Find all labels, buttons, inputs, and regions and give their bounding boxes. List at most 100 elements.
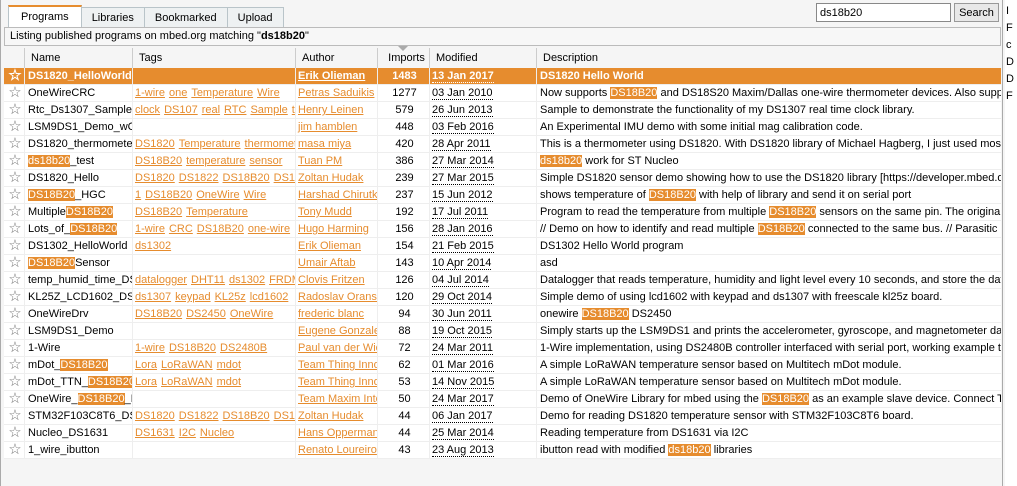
star-icon[interactable]: ☆ [8,425,21,441]
tab-upload[interactable]: Upload [226,7,284,28]
table-row[interactable]: ☆ Lots_of_DS18B20 1-wire CRC DS18B20 one-wire… [4,221,1001,238]
star-icon[interactable]: ☆ [8,306,21,322]
star-icon[interactable]: ☆ [8,170,21,186]
tag-link[interactable]: one-wire [248,223,290,235]
tag-link[interactable]: lcd1602 [250,291,289,303]
author-link[interactable]: Team Thing Innov [298,376,377,388]
search-button[interactable]: Search [954,3,999,22]
table-row[interactable]: ☆STM32F103C8T6_DS18DS1820DS1822DS18B20DS… [4,408,1001,425]
tag-link[interactable]: temperature [186,155,245,167]
table-row[interactable]: ☆ LSM9DS1_Demo Eugene Gonzalez 88 19 Oct 201… [4,323,1001,340]
tag-link[interactable]: DS107 [164,104,198,116]
author-link[interactable]: frederic blanc [298,308,364,320]
author-link[interactable]: Radoslav Oranski [298,291,377,303]
star-icon[interactable]: ☆ [8,204,21,220]
search-input[interactable] [816,3,951,22]
table-row[interactable]: ☆ DS1302_HelloWorld ds1302 Erik Olieman 154 2… [4,238,1001,255]
star-icon[interactable]: ☆ [8,85,21,101]
star-icon[interactable]: ☆ [8,442,21,458]
table-row[interactable]: ☆ temp_humid_time_DS1 datalogger DHT11 ds130… [4,272,1001,289]
table-row[interactable]: ☆ ds18b20_test DS18B20 temperature sensor Tua… [4,153,1001,170]
tag-link[interactable]: ds1302 [135,240,171,252]
table-row[interactable]: ☆ mDot_TTN_DS18B20 Lora LoRaWAN mdot Team Thi… [4,374,1001,391]
tag-link[interactable]: CRC [169,223,193,235]
header-imports[interactable]: Imports [377,46,429,68]
tag-link[interactable]: FRDM-K6 [269,274,295,286]
star-icon[interactable]: ☆ [8,272,21,288]
tag-link[interactable]: OneWire [196,189,239,201]
tag-link[interactable]: Temperature [179,138,241,150]
table-row[interactable]: ☆ OneWireCRC 1-wire one Temperature Wire Petra… [4,85,1001,102]
star-icon[interactable]: ☆ [8,391,21,407]
tag-link[interactable]: mdot [217,359,241,371]
tag-link[interactable]: DS18B20 [223,410,270,422]
header-name[interactable]: Name [24,48,132,68]
author-link[interactable]: Umair Aftab [298,257,355,269]
star-icon[interactable]: ☆ [8,221,21,237]
author-link[interactable]: Harshad Chirutkar [298,189,377,201]
author-link[interactable]: Team Thing Innov [298,359,377,371]
author-link[interactable]: Eugene Gonzalez [298,325,377,337]
table-row[interactable]: ☆ DS18B20Sensor Umair Aftab 143 10 Apr 2014 a… [4,255,1001,272]
tag-link[interactable]: Temperature [186,206,248,218]
tag-link[interactable]: DS1822 [179,410,219,422]
table-row[interactable]: ☆ 1_wire_ibutton Renato Loureiro 43 23 Aug 2… [4,442,1001,459]
star-icon[interactable]: ☆ [8,187,21,203]
tag-link[interactable]: DS18B20 [145,189,192,201]
tab-libraries[interactable]: Libraries [80,7,145,28]
author-link[interactable]: masa miya [298,138,351,150]
star-icon[interactable]: ☆ [8,357,21,373]
table-row[interactable]: ☆ Nucleo_DS1631 DS1631 I2C Nucleo Hans Opperm… [4,425,1001,442]
table-row[interactable]: ☆OneWire_DS18B20_DerTeam Maxim Inte5024 … [4,391,1001,408]
star-icon[interactable]: ☆ [8,255,21,271]
tag-link[interactable]: DS1820 [135,172,175,184]
table-row[interactable]: ☆ DS1820_Hello DS1820 DS1822 DS18B20 DS18S20Z… [4,170,1001,187]
star-icon[interactable]: ☆ [8,102,21,118]
tag-link[interactable]: DS18S20 [274,172,295,184]
tag-link[interactable]: DS2450 [186,308,226,320]
author-link[interactable]: Hans Oppermann [298,427,377,439]
header-description[interactable]: Description [536,48,1001,68]
table-row[interactable]: ☆ KL25Z_LCD1602_DS130ds1307 keypad KL25z lcd… [4,289,1001,306]
star-icon[interactable]: ☆ [8,119,21,135]
tag-link[interactable]: DS2480B [220,342,267,354]
author-link[interactable]: jim hamblen [298,121,357,133]
author-link[interactable]: Clovis Fritzen [298,274,365,286]
tag-link[interactable]: 1-wire [135,87,165,99]
author-link[interactable]: Henry Leinen [298,104,363,116]
tag-link[interactable]: Wire [257,87,280,99]
tag-link[interactable]: 1 [135,189,141,201]
tag-link[interactable]: Wire [244,189,267,201]
star-icon[interactable]: ☆ [8,408,21,424]
tab-programs[interactable]: Programs [8,5,82,28]
tag-link[interactable]: DS1822 [179,172,219,184]
tag-link[interactable]: 1-wire [135,223,165,235]
author-link[interactable]: Tuan PM [298,155,342,167]
tag-link[interactable]: thermometer [245,138,295,150]
tag-link[interactable]: real [202,104,220,116]
table-row[interactable]: ☆ Rtc_Ds1307_Sample clock DS107 real RTC Sampl… [4,102,1001,119]
tag-link[interactable]: OneWire [230,308,273,320]
tab-bookmarked[interactable]: Bookmarked [143,7,228,28]
author-link[interactable]: Zoltan Hudak [298,410,363,422]
tag-link[interactable]: clock [135,104,160,116]
tag-link[interactable]: one [169,87,187,99]
author-link[interactable]: Renato Loureiro [298,444,377,456]
star-icon[interactable]: ☆ [8,238,21,254]
tag-link[interactable]: Lora [135,359,157,371]
header-modified[interactable]: Modified [429,48,536,68]
tag-link[interactable]: RTC [224,104,246,116]
author-link[interactable]: Petras Saduikis [298,87,374,99]
tag-link[interactable]: datalogger [135,274,187,286]
author-link[interactable]: Zoltan Hudak [298,172,363,184]
table-row[interactable]: ☆ DS1820_HelloWorld Erik Olieman 1483 13 Jan… [4,68,1001,85]
tag-link[interactable]: Nucleo [200,427,234,439]
tag-link[interactable]: Lora [135,376,157,388]
star-icon[interactable]: ☆ [8,340,21,356]
table-row[interactable]: ☆ DS18B20_HGC 1 DS18B20 OneWire Wire Harshad C… [4,187,1001,204]
tag-link[interactable]: DS1820 [135,410,175,422]
author-link[interactable]: Erik Olieman [298,240,361,252]
tag-link[interactable]: I2C [179,427,196,439]
tag-link[interactable]: sensor [249,155,282,167]
tag-link[interactable]: Sample [250,104,287,116]
